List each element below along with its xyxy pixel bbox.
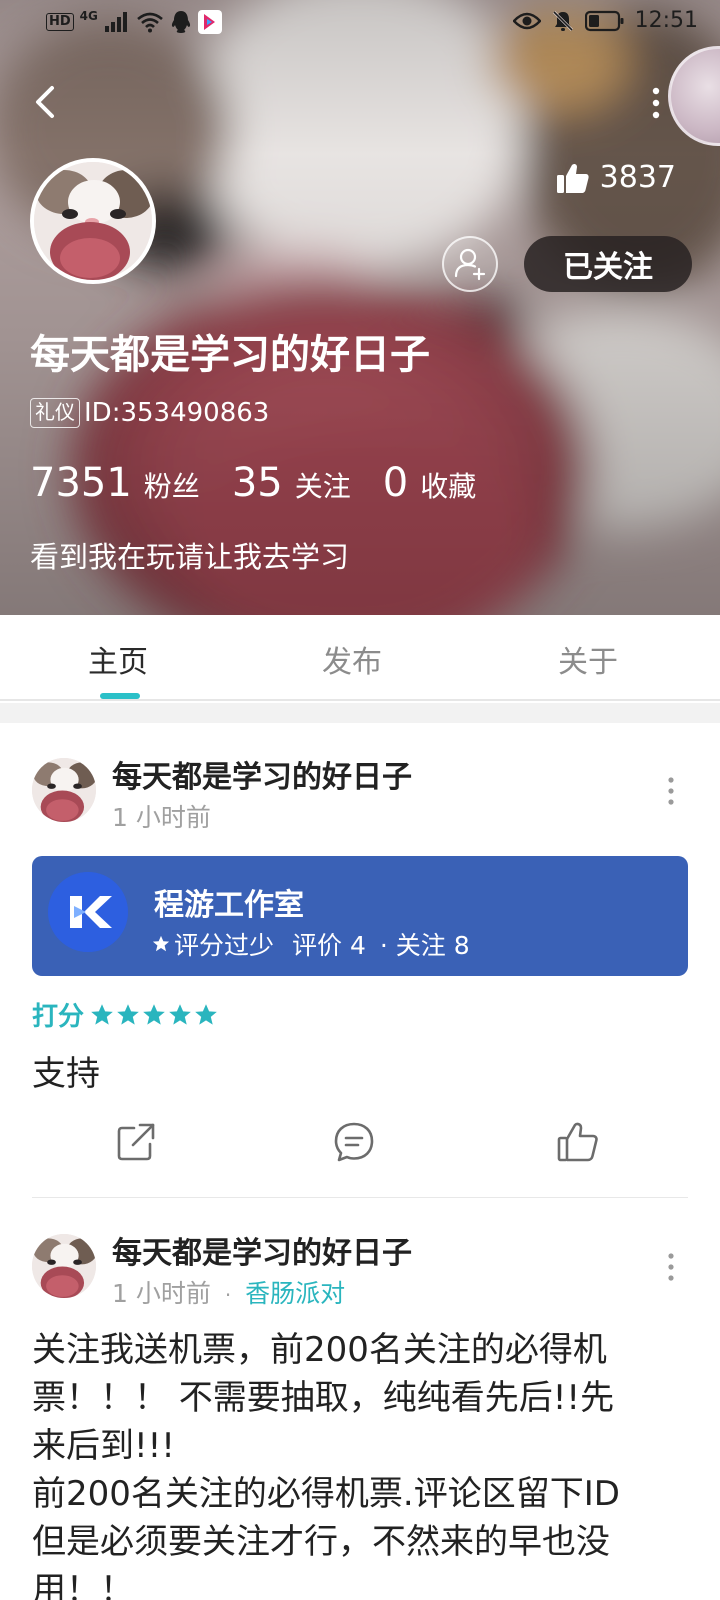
tab-home[interactable]: 主页: [88, 637, 148, 681]
tab-posts[interactable]: 发布: [322, 637, 382, 681]
profile-header: HD 4G 12:51 3837 已关注 每天都是学习的好日子 礼仪 ID:35…: [0, 0, 720, 615]
post-author-avatar[interactable]: [32, 758, 96, 822]
like-icon[interactable]: [556, 1120, 600, 1164]
fans-label[interactable]: 粉丝: [144, 465, 200, 505]
post-divider: [32, 1197, 688, 1198]
rating-star-icon: [143, 1003, 165, 1025]
post-actions: [0, 1120, 720, 1176]
post-body-text: 关注我送机票，前200名关注的必得机 票！！！ 不需要抽取，纯纯看先后!!先 来…: [32, 1326, 692, 1600]
thumbs-up-icon: [556, 163, 589, 193]
post-meta: 1 小时前 · 香肠派对: [112, 1274, 345, 1310]
app-review-count: 评价 4: [292, 931, 366, 960]
post-text-line: 但是必须要关注才行，不然来的早也没: [32, 1522, 610, 1562]
favorites-count[interactable]: 0: [383, 460, 408, 506]
more-menu-icon[interactable]: [650, 86, 662, 120]
post-text-line: 前200名关注的必得机票.评论区留下ID: [32, 1474, 620, 1514]
app-meta: 评分过少 评价 4 · 关注 8: [152, 926, 470, 962]
clock: 12:51: [634, 8, 698, 33]
following-count[interactable]: 35: [232, 460, 283, 506]
profile-name: 每天都是学习的好日子: [30, 332, 430, 378]
tab-about[interactable]: 关于: [558, 637, 618, 681]
status-bar: HD 4G 12:51: [0, 0, 720, 48]
favorites-label[interactable]: 收藏: [420, 465, 476, 505]
section-divider: [0, 703, 720, 723]
profile-tabs: 主页 发布 关于: [0, 615, 720, 701]
header-overlay: [0, 0, 720, 615]
back-arrow-icon[interactable]: [28, 78, 68, 126]
post-time: 1 小时前: [112, 1279, 211, 1308]
post-text: 支持: [32, 1054, 100, 1094]
cat-avatar-image: [32, 1234, 96, 1298]
profile-avatar[interactable]: [30, 158, 156, 284]
post-author-name[interactable]: 每天都是学习的好日子: [112, 752, 412, 796]
rating-row: 打分: [32, 996, 218, 1033]
add-friend-button[interactable]: [442, 236, 498, 292]
likes-count: 3837: [556, 160, 676, 195]
rating-stars: [90, 1003, 218, 1027]
eye-icon: [512, 12, 541, 29]
hd-indicator: HD: [46, 13, 74, 31]
signal-icon: [104, 12, 127, 32]
app-logo: [48, 872, 128, 952]
k-logo-icon: [48, 872, 128, 952]
mute-bell-icon: [552, 10, 573, 31]
followed-button[interactable]: 已关注: [524, 236, 692, 292]
add-user-icon: [454, 248, 486, 281]
post-author-name[interactable]: 每天都是学习的好日子: [112, 1228, 412, 1272]
comment-icon[interactable]: [332, 1120, 376, 1164]
network-type: 4G: [79, 9, 98, 23]
likes-number: 3837: [599, 160, 676, 195]
post-text-line: 关注我送机票，前200名关注的必得机: [32, 1330, 607, 1370]
post-time: 1 小时前: [112, 803, 211, 832]
cat-avatar-image: [34, 162, 152, 280]
following-label[interactable]: 关注: [295, 465, 351, 505]
post-text-line: 来后到!!!: [32, 1426, 175, 1466]
active-tab-indicator: [100, 693, 140, 699]
rating-label: 打分: [32, 1002, 85, 1032]
post-more-icon[interactable]: [666, 776, 676, 806]
profile-bio: 看到我在玩请让我去学习: [30, 540, 350, 574]
game-tag-link[interactable]: 香肠派对: [245, 1279, 345, 1308]
rating-star-icon: [91, 1003, 113, 1025]
star-icon: [152, 935, 170, 952]
rating-star-icon: [195, 1003, 217, 1025]
fans-count[interactable]: 7351: [30, 460, 132, 506]
post-author-avatar[interactable]: [32, 1234, 96, 1298]
post-text-line: 用！！: [32, 1570, 134, 1600]
post-more-icon[interactable]: [666, 1252, 676, 1282]
profile-tag-badge: 礼仪: [30, 398, 80, 428]
app-card[interactable]: 程游工作室 评分过少 评价 4 · 关注 8: [32, 856, 688, 976]
app-follow-count: · 关注 8: [379, 931, 470, 960]
profile-id-row: 礼仪 ID:353490863: [30, 398, 269, 428]
app-rating-status: 评分过少: [174, 931, 275, 960]
app-name: 程游工作室: [154, 888, 304, 923]
rating-star-icon: [169, 1003, 191, 1025]
battery-icon: [584, 10, 624, 31]
rating-star-icon: [117, 1003, 139, 1025]
post-text-line: 票！！！ 不需要抽取，纯纯看先后!!先: [32, 1378, 615, 1418]
profile-id[interactable]: ID:353490863: [84, 398, 269, 428]
profile-stats: 7351 粉丝 35 关注 0 收藏: [30, 460, 508, 506]
wifi-icon: [137, 12, 163, 33]
meta-separator: ·: [224, 1283, 232, 1307]
cat-avatar-image: [32, 758, 96, 822]
qq-icon: [171, 11, 190, 33]
app-notification-icon: [197, 10, 222, 34]
share-icon[interactable]: [114, 1120, 158, 1164]
profile-screen: HD 4G 12:51 3837 已关注 每天都是学习的好日子 礼仪 ID:35…: [0, 0, 720, 1600]
